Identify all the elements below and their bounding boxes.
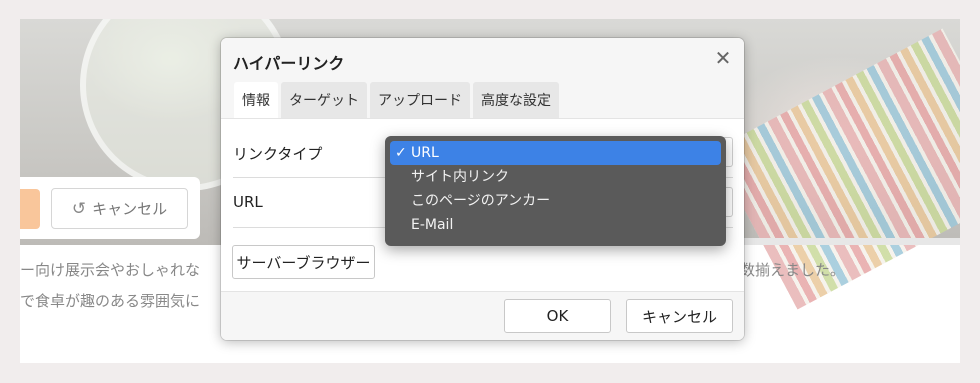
body-text-line-2: で食卓が趣のある雰囲気に [20,292,201,310]
undo-icon: ↺ [71,198,87,219]
option-page-anchor[interactable]: このページのアンカー [390,189,721,213]
tab-advanced[interactable]: 高度な設定 [473,82,559,118]
option-label: URL [411,145,439,161]
option-label: このページのアンカー [411,193,551,209]
link-type-label: リンクタイプ [233,145,323,163]
tab-upload[interactable]: アップロード [370,82,470,118]
close-icon[interactable]: ✕ [713,48,733,68]
cancel-button[interactable]: キャンセル [626,299,733,333]
option-label: サイト内リンク [411,169,509,185]
tab-target[interactable]: ターゲット [281,82,367,118]
background-cancel-label: キャンセル [92,200,168,218]
option-label: E-Mail [411,217,454,233]
body-text-right: 数揃えました。 [740,261,846,279]
option-email[interactable]: E-Mail [390,213,721,237]
dialog-footer: OK キャンセル [221,291,744,340]
background-cancel-button[interactable]: ↺ キャンセル [51,188,188,229]
ok-button[interactable]: OK [504,299,611,333]
checkmark-icon: ✓ [395,145,407,161]
dialog-title: ハイパーリンク [233,54,345,73]
option-site-link[interactable]: サイト内リンク [390,165,721,189]
url-label: URL [233,193,263,211]
primary-button-partial[interactable] [20,189,40,229]
tab-info[interactable]: 情報 [234,82,278,118]
link-type-dropdown: ✓ URL サイト内リンク このページのアンカー E-Mail [385,136,726,246]
server-browser-button[interactable]: サーバーブラウザー [232,245,375,279]
option-url[interactable]: ✓ URL [390,141,721,165]
dialog-header: ハイパーリンク ✕ 情報 ターゲット アップロード 高度な設定 [221,38,744,119]
dialog-tabs: 情報 ターゲット アップロード 高度な設定 [234,82,559,118]
body-text-line-1: ー向け展示会やおしゃれな [20,261,201,279]
background-divider [740,238,960,245]
